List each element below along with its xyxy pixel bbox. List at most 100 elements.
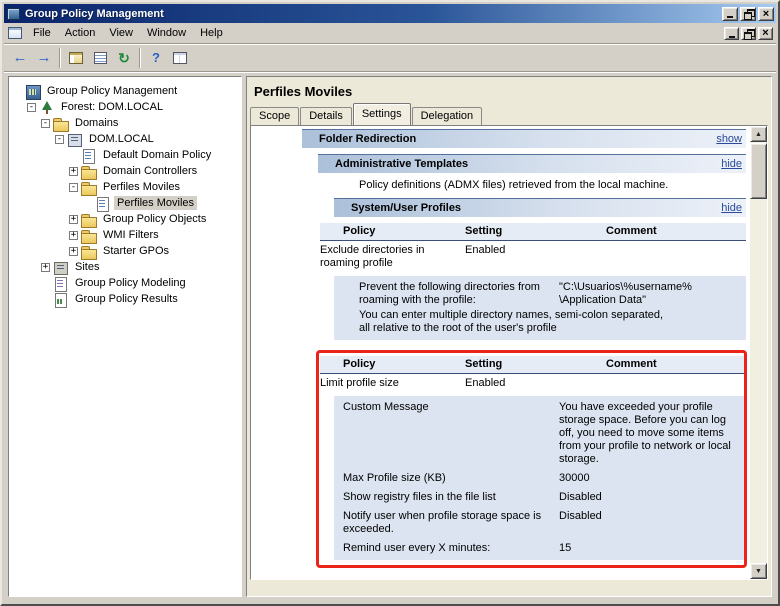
- refresh-icon: ↻: [118, 49, 130, 66]
- scroll-up-button[interactable]: [750, 126, 767, 142]
- toolbar-separator: [59, 47, 61, 68]
- ou-icon: [81, 181, 97, 196]
- menu-controls: [722, 26, 773, 40]
- menu-item-view[interactable]: View: [102, 25, 140, 41]
- tab-settings[interactable]: Settings: [352, 103, 411, 125]
- help-button[interactable]: ?: [144, 47, 168, 69]
- tree-item-group-policy-objects[interactable]: + Group Policy Objects: [9, 211, 241, 228]
- minimize-button[interactable]: [722, 6, 738, 21]
- menu-bar-items: File Action View Window Help: [26, 25, 722, 41]
- forward-arrow-icon: →: [36, 49, 52, 66]
- tree-expander[interactable]: -: [55, 134, 64, 144]
- t2-details: Custom Message You have exceeded your pro…: [343, 401, 738, 555]
- tree-item-perfiles-moviles[interactable]: - Perfiles Moviles: [9, 179, 241, 196]
- minimize-button[interactable]: [724, 26, 739, 40]
- tab-scope[interactable]: Scope: [250, 107, 300, 125]
- section-title: Administrative Templates: [335, 157, 469, 170]
- tree-item-label: Domains: [75, 117, 119, 129]
- section-system-user-profiles: System/User Profiles hide: [334, 198, 746, 217]
- restore-button[interactable]: [741, 26, 756, 40]
- restore-icon: [743, 9, 755, 20]
- tree-item-label: Perfiles Moviles: [114, 196, 198, 210]
- tree-expander[interactable]: +: [69, 246, 78, 256]
- show-console-tree-button[interactable]: [64, 47, 88, 69]
- tree-item-wmi-filters[interactable]: + WMI Filters: [9, 227, 241, 244]
- scroll-thumb[interactable]: [750, 143, 767, 199]
- settings-report: Folder Redirection show Administrative T…: [251, 126, 750, 579]
- policy-detail-row: Prevent the following directories from r…: [359, 281, 738, 307]
- admx-description: Policy definitions (ADMX files) retrieve…: [359, 179, 669, 191]
- policy-detail-value: You have exceeded your profile storage s…: [559, 401, 731, 465]
- section-title: Folder Redirection: [319, 132, 417, 145]
- show-link[interactable]: show: [716, 133, 746, 146]
- tree-item-perfiles-moviles[interactable]: Perfiles Moviles: [9, 195, 241, 212]
- tree-item-label: WMI Filters: [103, 229, 159, 241]
- hide-link[interactable]: hide: [721, 158, 746, 171]
- tree-expander[interactable]: -: [41, 118, 50, 128]
- tab-delegation[interactable]: Delegation: [411, 107, 483, 125]
- forward-button[interactable]: →: [32, 47, 56, 69]
- tree-item-group-policy-management[interactable]: Group Policy Management: [9, 83, 241, 100]
- tree-expander[interactable]: +: [69, 166, 78, 176]
- tree-item-sites[interactable]: + Sites: [9, 259, 241, 275]
- tree-item-forest-dom-local[interactable]: - Forest: DOM.LOCAL: [9, 99, 241, 115]
- tree-item-label: Perfiles Moviles: [103, 181, 181, 193]
- close-icon: [763, 9, 769, 19]
- policy-name: Exclude directories in roaming profile: [320, 244, 425, 269]
- close-button[interactable]: [758, 6, 774, 21]
- tree-item-domain-controllers[interactable]: + Domain Controllers: [9, 163, 241, 180]
- folder-icon: [81, 245, 97, 260]
- menu-item-window[interactable]: Window: [140, 25, 193, 41]
- tree-expander[interactable]: +: [69, 230, 78, 240]
- gpo-icon: [81, 148, 96, 164]
- tree-item-label: Group Policy Objects: [103, 213, 207, 225]
- tree-item-label: Default Domain Policy: [103, 149, 212, 161]
- tree-item-dom-local[interactable]: - DOM.LOCAL: [9, 131, 241, 147]
- tree-expander[interactable]: -: [69, 182, 78, 192]
- export-list-button[interactable]: [88, 47, 112, 69]
- console-tree: Group Policy Management - Forest: DOM.LOCA…: [8, 76, 242, 597]
- tree-expander[interactable]: -: [27, 102, 36, 112]
- hide-link[interactable]: hide: [721, 202, 746, 215]
- menu-bar: File Action View Window Help: [4, 23, 776, 44]
- tree-item-label: Group Policy Modeling: [75, 277, 186, 289]
- back-arrow-icon: ←: [12, 49, 28, 66]
- tree-item-group-policy-results[interactable]: Group Policy Results: [9, 291, 241, 308]
- minimize-icon: [728, 35, 735, 38]
- scroll-down-button[interactable]: [750, 563, 767, 579]
- refresh-button[interactable]: ↻: [112, 47, 136, 69]
- tree-item-domains[interactable]: - Domains: [9, 115, 241, 132]
- columns-button[interactable]: [168, 47, 192, 69]
- column-header-comment: Comment: [606, 358, 657, 370]
- help-icon: ?: [152, 50, 160, 65]
- title-bar[interactable]: Group Policy Management: [4, 4, 776, 23]
- policy-detail-row: Max Profile size (KB) 30000: [343, 472, 738, 485]
- menu-item-help[interactable]: Help: [193, 25, 230, 41]
- section-administrative-templates: Administrative Templates hide: [318, 154, 746, 173]
- tree-expander[interactable]: +: [69, 214, 78, 224]
- menu-item-file[interactable]: File: [26, 25, 58, 41]
- gpmc-app-icon: [7, 7, 20, 20]
- tree-expander[interactable]: +: [41, 262, 50, 272]
- policy-detail-label: Custom Message: [343, 401, 429, 413]
- page-title: Perfiles Moviles: [254, 84, 353, 99]
- domains-icon: [53, 117, 69, 132]
- policy-details-box: Prevent the following directories from r…: [334, 276, 746, 340]
- tree-item-label: Group Policy Results: [75, 293, 178, 305]
- policy-detail-value: "C:\Usuarios\%username% \Application Dat…: [559, 281, 692, 306]
- menu-item-action[interactable]: Action: [58, 25, 103, 41]
- tab-details[interactable]: Details: [300, 107, 352, 125]
- restore-button[interactable]: [740, 6, 756, 21]
- console-body: Group Policy Management - Forest: DOM.LOCA…: [8, 76, 772, 597]
- close-button[interactable]: [758, 26, 773, 40]
- vertical-scrollbar[interactable]: [750, 126, 767, 579]
- policy-detail-row: Notify user when profile storage space i…: [343, 510, 738, 536]
- tree-item-default-domain-policy[interactable]: Default Domain Policy: [9, 147, 241, 164]
- back-button[interactable]: ←: [8, 47, 32, 69]
- column-header-setting: Setting: [465, 225, 503, 237]
- tree-item-group-policy-modeling[interactable]: Group Policy Modeling: [9, 275, 241, 292]
- tree-item-starter-gpos[interactable]: + Starter GPOs: [9, 243, 241, 260]
- settings-report-frame: Folder Redirection show Administrative T…: [250, 125, 768, 580]
- details-pane: Perfiles Moviles Scope Details Settings Del…: [246, 76, 772, 597]
- tree-item-label: Sites: [75, 261, 100, 273]
